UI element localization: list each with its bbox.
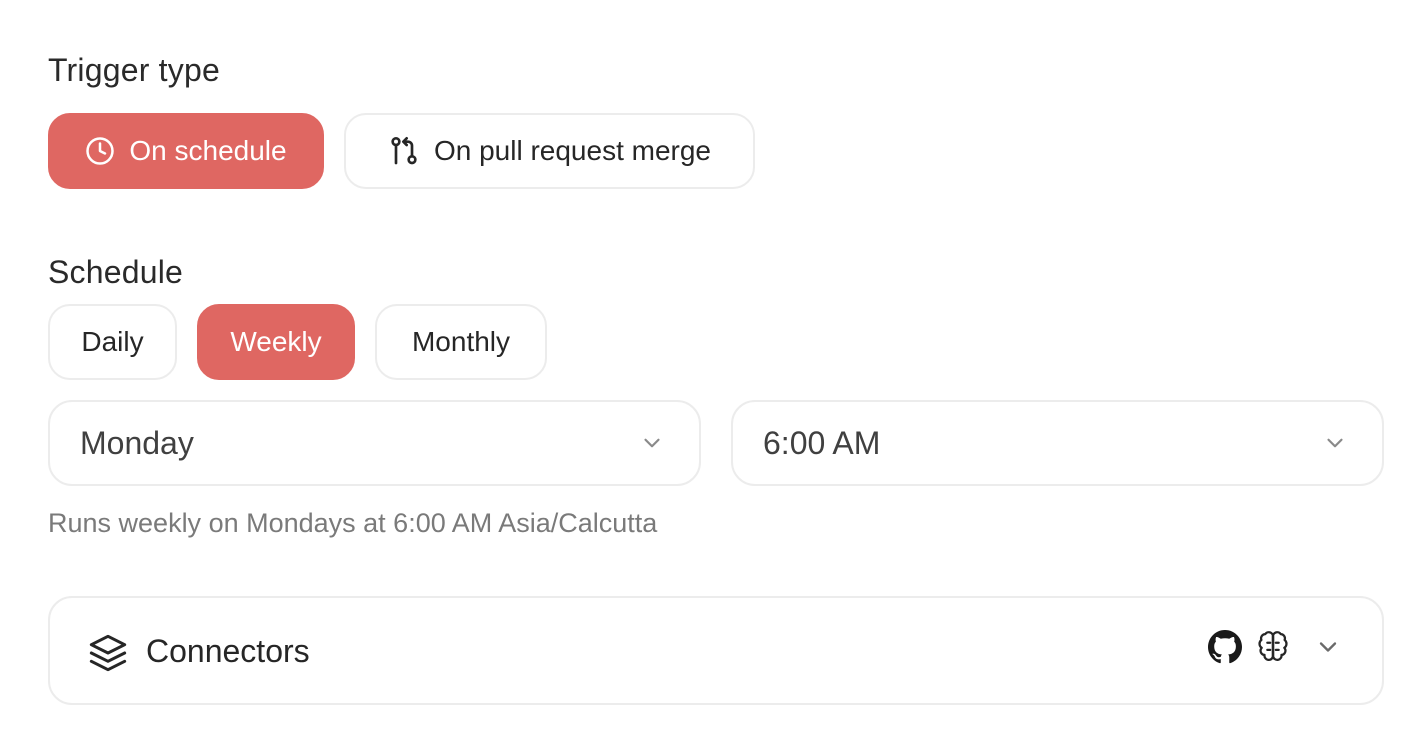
github-icon [1208,630,1242,664]
connectors-icons [1208,630,1342,664]
time-select-value: 6:00 AM [763,424,881,461]
clock-icon [85,136,115,166]
on-pull-request-merge-button[interactable]: On pull request merge [344,113,755,189]
schedule-summary: Runs weekly on Mondays at 6:00 AM Asia/C… [48,508,658,538]
frequency-monthly-button[interactable]: Monthly [375,304,547,380]
chevron-down-icon[interactable] [1314,633,1342,661]
on-pull-request-merge-label: On pull request merge [433,135,712,166]
trigger-settings-panel: Trigger type On schedule On pull request… [0,0,1420,747]
connectors-label: Connectors [146,633,310,669]
git-pull-request-icon [388,135,420,167]
connectors-accordion[interactable]: Connectors [48,596,1384,705]
trigger-type-title: Trigger type [48,52,220,88]
chevron-down-icon [639,430,665,456]
frequency-weekly-label: Weekly [230,326,322,357]
day-select[interactable]: Monday [48,400,701,486]
day-select-value: Monday [80,424,194,461]
layers-icon [88,633,128,673]
frequency-daily-button[interactable]: Daily [48,304,177,380]
schedule-title: Schedule [48,254,184,290]
on-schedule-button[interactable]: On schedule [48,113,324,189]
frequency-weekly-button[interactable]: Weekly [197,304,355,380]
time-select[interactable]: 6:00 AM [731,400,1384,486]
frequency-daily-label: Daily [81,326,144,357]
chevron-down-icon [1322,430,1348,456]
brain-icon [1256,630,1290,664]
frequency-monthly-label: Monthly [411,326,511,357]
on-schedule-label: On schedule [129,135,287,166]
